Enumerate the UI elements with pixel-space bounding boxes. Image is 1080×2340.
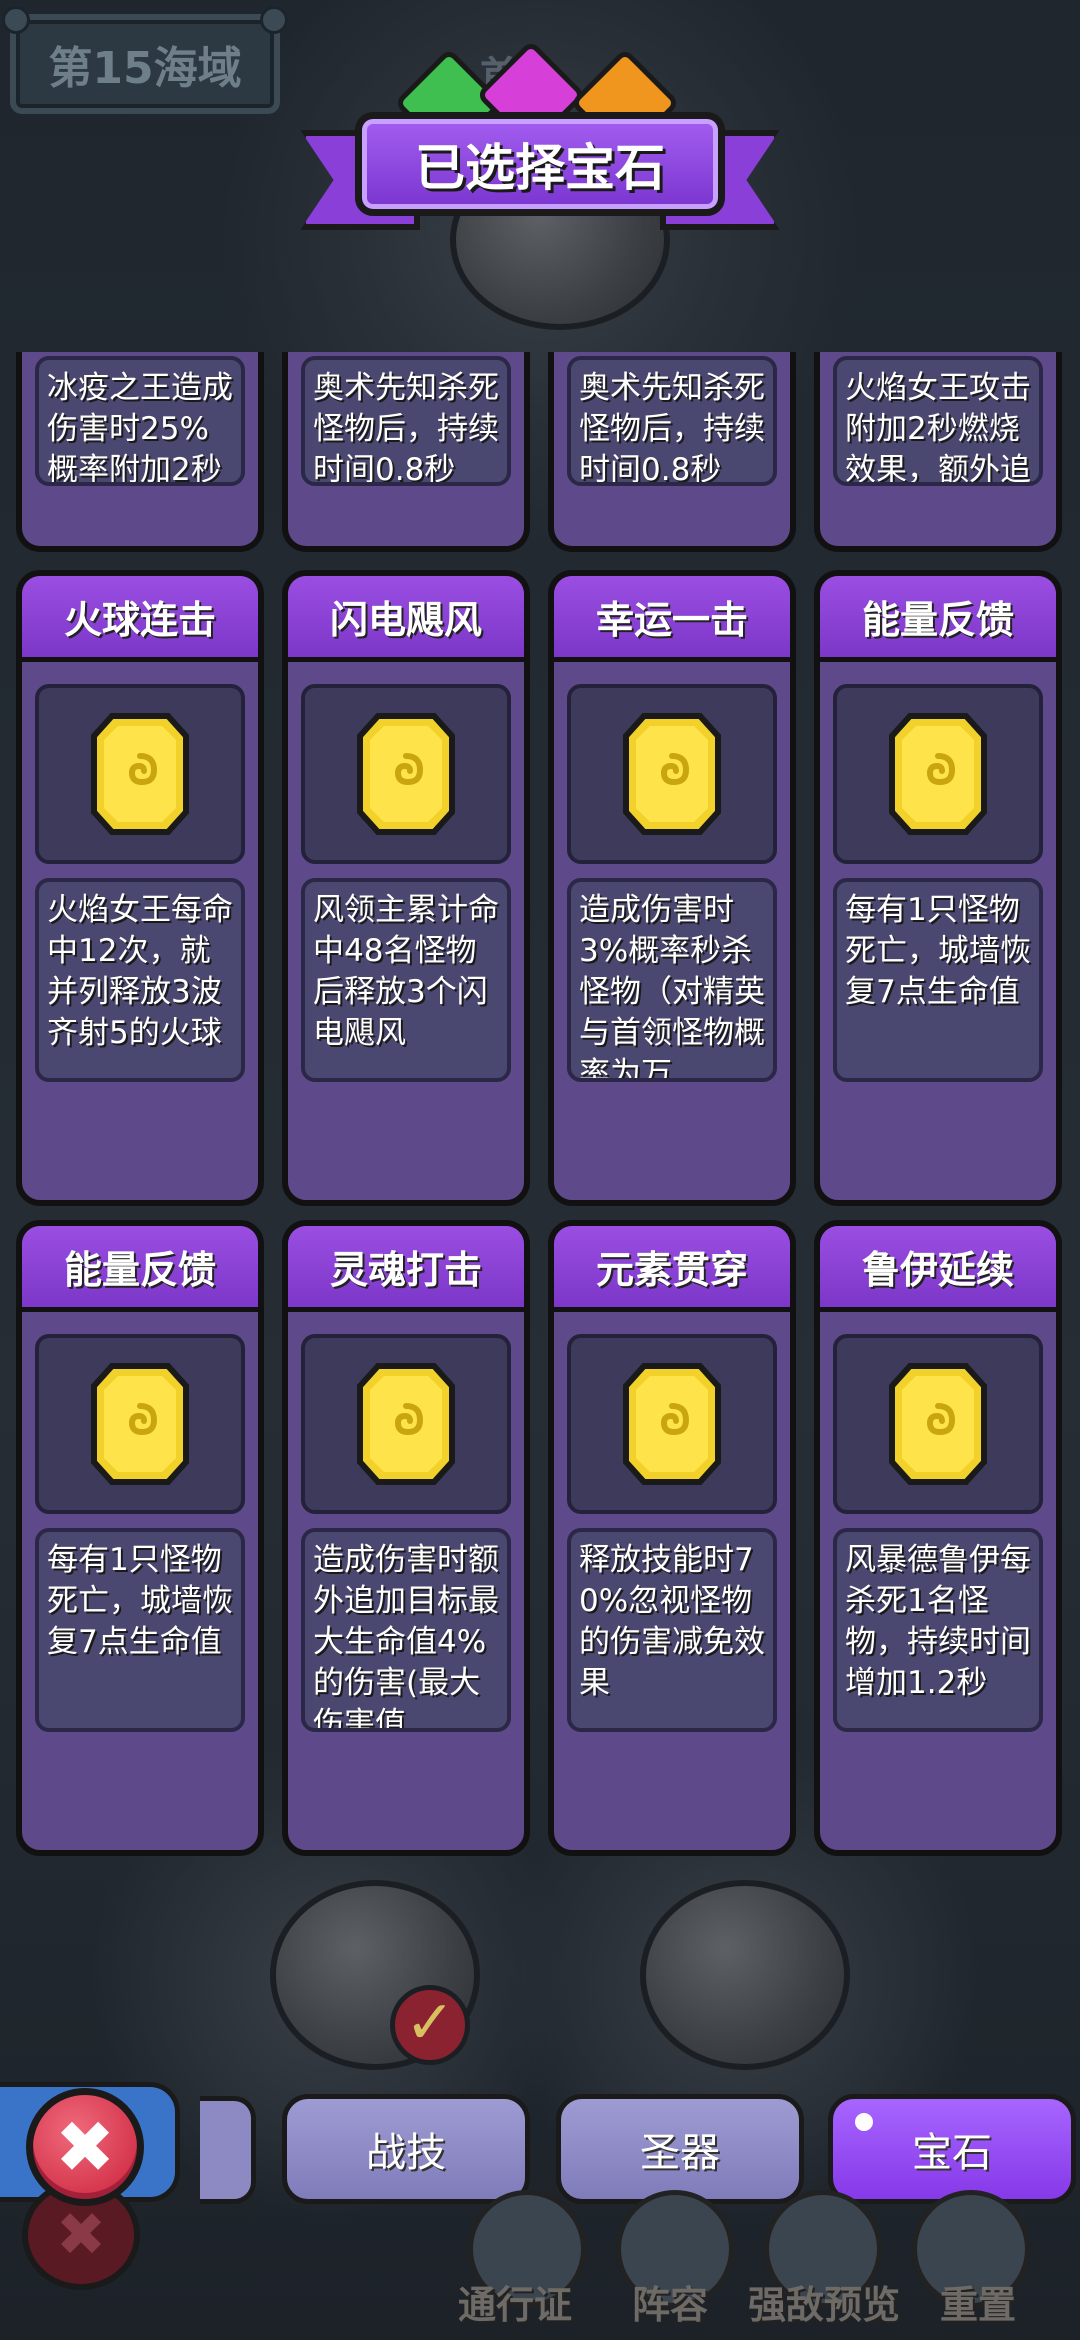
gem-card-title: 幸运一击 [595,598,748,642]
gem-card-description: 风暴德鲁伊每杀死1名怪物，持续时间增加1.2秒 [833,1528,1043,1732]
gem-card[interactable]: 奥术先知杀死怪物后，持续时间0.8秒 [548,352,796,552]
gem-card[interactable]: 能量反馈每有1只怪物死亡，城墙恢复7点生命值 [16,1220,264,1856]
gem-icon-box [35,684,245,864]
gem-icon-box [833,1334,1043,1514]
menu-pass-label[interactable]: 通行证 [458,2274,572,2329]
gem-icon-box [833,684,1043,864]
check-badge-icon: ✓ [390,1985,470,2065]
gem-card-description: 释放技能时70%忽视怪物的伤害减免效果 [567,1528,777,1732]
menu-enemy-preview-label[interactable]: 强敌预览 [748,2274,900,2329]
gem-card-description: 火焰女王每命中12次，就并列释放3波齐射5的火球 [35,878,245,1082]
gem-card-header: 能量反馈 [820,576,1056,662]
gem-card[interactable]: 元素贯穿释放技能时70%忽视怪物的伤害减免效果 [548,1220,796,1856]
gem-card-description: 奥术先知杀死怪物后，持续时间0.8秒 [567,356,777,486]
tab-gem-label: 宝石 [912,2130,992,2176]
close-button[interactable]: ✖ [26,2088,144,2206]
menu-lineup-label[interactable]: 阵容 [632,2274,708,2329]
gem-grid: 冰疫之王造成伤害时25%概率附加2秒无视抗性的深度冻奥术先知杀死怪物后，持续时间… [16,352,1064,1870]
gem-icon-box [35,1334,245,1514]
yellow-gem-icon [91,1363,189,1485]
gem-grid-viewport[interactable]: 冰疫之王造成伤害时25%概率附加2秒无视抗性的深度冻奥术先知杀死怪物后，持续时间… [16,352,1064,1872]
gem-card-header: 火球连击 [22,576,258,662]
gem-card-description: 造成伤害时额外追加目标最大生命值4%的伤害(最大伤害值 [301,1528,511,1732]
gem-card-header: 灵魂打击 [288,1226,524,1312]
gem-card-description: 冰疫之王造成伤害时25%概率附加2秒无视抗性的深度冻 [35,356,245,486]
gem-card-title: 能量反馈 [63,1248,216,1292]
gem-card-title: 闪电飓风 [329,598,482,642]
yellow-gem-icon [357,713,455,835]
gem-card-description: 每有1只怪物死亡，城墙恢复7点生命值 [35,1528,245,1732]
gem-card[interactable]: 火焰女王攻击附加2秒燃烧效果，额外追加4%最大生命伤害 [814,352,1062,552]
tab-artifact[interactable]: 圣器 [556,2094,804,2204]
gem-card-header: 能量反馈 [22,1226,258,1312]
close-icon: ✖ [54,2105,116,2189]
close-shadow-icon: ✖ [55,2200,107,2270]
gem-card[interactable]: 能量反馈每有1只怪物死亡，城墙恢复7点生命值 [814,570,1062,1206]
gem-card-title: 能量反馈 [861,598,1014,642]
tab-gem[interactable]: 宝石 [828,2094,1076,2204]
gem-card-header: 元素贯穿 [554,1226,790,1312]
gem-card[interactable]: 灵魂打击造成伤害时额外追加目标最大生命值4%的伤害(最大伤害值 [282,1220,530,1856]
gem-row: 火球连击 火焰女王每命中12次，就并列释放3波齐射5的火球 闪电飓风 风领主累计命中4… [16,570,1064,1206]
gem-card-header: 闪电飓风 [288,576,524,662]
gem-card[interactable]: 鲁伊延续风暴德鲁伊每杀死1名怪物，持续时间增加1.2秒 [814,1220,1062,1856]
gem-card-description: 造成伤害时3%概率秒杀怪物（对精英与首领怪物概率为万 [567,878,777,1082]
yellow-gem-icon [357,1363,455,1485]
gem-row: 能量反馈 每有1只怪物死亡，城墙恢复7点生命值 灵魂打击 造成伤害时额外追加目标最大生… [16,1220,1064,1856]
gem-icon-box [567,684,777,864]
gem-card-description: 每有1只怪物死亡，城墙恢复7点生命值 [833,878,1043,1082]
tab-partial[interactable] [200,2096,256,2204]
gem-card-title: 鲁伊延续 [861,1248,1014,1292]
gem-card[interactable]: 幸运一击造成伤害时3%概率秒杀怪物（对精英与首领怪物概率为万 [548,570,796,1206]
tab-combat-skill-label: 战技 [366,2130,446,2176]
gem-icon-box [301,684,511,864]
gem-card-header: 幸运一击 [554,576,790,662]
tab-combat-skill[interactable]: 战技 [282,2094,530,2204]
menu-reset-label[interactable]: 重置 [940,2274,1016,2329]
yellow-gem-icon [623,1363,721,1485]
gem-card-description: 火焰女王攻击附加2秒燃烧效果，额外追加4%最大生命伤害 [833,356,1043,486]
gem-card[interactable]: 冰疫之王造成伤害时25%概率附加2秒无视抗性的深度冻 [16,352,264,552]
gem-card-title: 元素贯穿 [595,1248,748,1292]
page-title: 已选择宝石 [415,139,665,197]
gem-card-description: 奥术先知杀死怪物后，持续时间0.8秒 [301,356,511,486]
yellow-gem-icon [889,713,987,835]
gem-icon-box [301,1334,511,1514]
gem-card[interactable]: 闪电飓风风领主累计命中48名怪物后释放3个闪电飓风 [282,570,530,1206]
gem-card[interactable]: 奥术先知杀死怪物后，持续时间0.8秒 [282,352,530,552]
gem-icon-box [567,1334,777,1514]
yellow-gem-icon [623,713,721,835]
sea-level-label: 第15海域 [2,6,288,114]
yellow-gem-icon [889,1363,987,1485]
sea-level-text: 第15海域 [48,43,242,94]
gem-card-description: 风领主累计命中48名怪物后释放3个闪电飓风 [301,878,511,1082]
title-banner: 已选择宝石 [355,112,725,216]
gem-card[interactable]: 火球连击火焰女王每命中12次，就并列释放3波齐射5的火球 [16,570,264,1206]
background-island-right [640,1880,850,2070]
gem-card-title: 灵魂打击 [329,1248,482,1292]
yellow-gem-icon [91,713,189,835]
gem-row: 冰疫之王造成伤害时25%概率附加2秒无视抗性的深度冻奥术先知杀死怪物后，持续时间… [16,352,1064,552]
gem-card-title: 火球连击 [63,598,216,642]
gem-card-header: 鲁伊延续 [820,1226,1056,1312]
tab-artifact-label: 圣器 [640,2130,720,2176]
